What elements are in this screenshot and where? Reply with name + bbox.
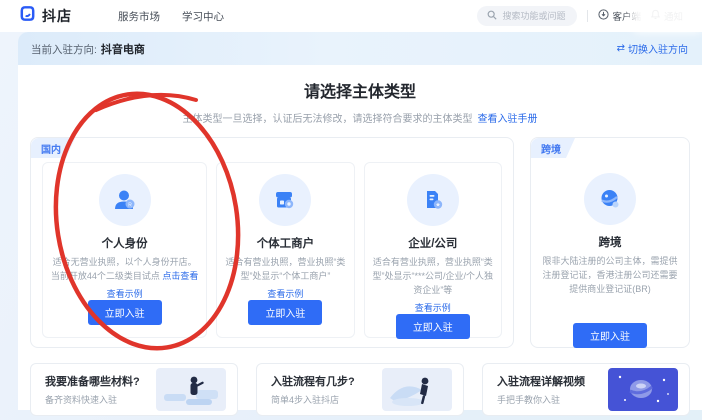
- svg-text:R: R: [128, 203, 132, 209]
- page-subtitle: 主体类型一旦选择，认证后无法修改，请选择符合要求的主体类型查看入驻手册: [18, 110, 702, 125]
- top-header: 抖店 服务市场 学习中心 客户端 通知: [0, 0, 702, 32]
- entity-desc: 适合有营业执照，营业执照“类型”处显示“个体工商户”: [224, 256, 346, 284]
- join-now-button-personal[interactable]: 立即入驻: [88, 300, 162, 325]
- direction-label: 当前入驻方向:: [31, 44, 97, 56]
- direction-value: 抖音电商: [101, 44, 145, 56]
- join-now-button-company[interactable]: 立即入驻: [396, 314, 470, 339]
- help-card-steps[interactable]: 入驻流程有几步? 简单4步入驻抖店: [256, 363, 464, 416]
- join-now-button-individual[interactable]: 立即入驻: [248, 300, 322, 325]
- person-icon: R: [99, 174, 151, 226]
- main-nav: 服务市场 学习中心: [118, 9, 224, 24]
- search-input[interactable]: [502, 11, 578, 21]
- switch-label: 切换入驻方向: [628, 41, 688, 56]
- help-cards-row: 我要准备哪些材料? 备齐资料快速入驻 入驻流程有几步? 简单4步入驻抖店 入驻流…: [18, 363, 702, 416]
- douyin-shop-logo-icon: [18, 4, 37, 28]
- entity-card-company[interactable]: 企业/公司 适合有营业执照，营业执照“类型”处显示“***公司/企业/个人独资企…: [364, 162, 502, 338]
- store-icon: [259, 174, 311, 226]
- page-title: 请选择主体类型: [18, 78, 702, 102]
- entity-desc: 适合无营业执照，以个人身份开店。当前开放44个二级类目试点 点击查看: [50, 256, 199, 284]
- company-doc-icon: [407, 174, 459, 226]
- search-box[interactable]: [477, 6, 577, 26]
- entity-card-individual-business[interactable]: 个体工商户 适合有营业执照，营业执照“类型”处显示“个体工商户” 查看示例 立即…: [216, 162, 354, 338]
- join-now-button-crossborder[interactable]: 立即入驻: [573, 323, 647, 348]
- help-title: 我要准备哪些材料?: [45, 373, 140, 389]
- entry-manual-link[interactable]: 查看入驻手册: [478, 114, 538, 125]
- help-subtitle: 备齐资料快速入驻: [45, 393, 140, 406]
- logo-text: 抖店: [42, 6, 72, 26]
- subtitle-text: 主体类型一旦选择，认证后无法修改，请选择符合要求的主体类型: [183, 114, 473, 125]
- nav-service-market[interactable]: 服务市场: [118, 9, 160, 24]
- view-example-link[interactable]: 查看示例: [107, 287, 143, 300]
- entity-groups: 国内 R 个人身份 适合无营业执照，以个人身份开店。当前开放44个二级类目试点 …: [18, 137, 702, 348]
- entity-title: 个人身份: [102, 235, 148, 251]
- direction-banner: 当前入驻方向: 抖音电商 ⇄ 切换入驻方向: [18, 32, 702, 65]
- header-divider: [587, 10, 588, 22]
- crossborder-group[interactable]: 跨境 跨境 限非大陆注册的公司主体，需提供注册登记证，香港注册公司还需要提供商业…: [530, 137, 690, 348]
- help-title: 入驻流程有几步?: [271, 373, 355, 389]
- video-thumbnail-icon: [608, 368, 678, 411]
- entity-title: 个体工商户: [257, 235, 315, 251]
- content-panel: 当前入驻方向: 抖音电商 ⇄ 切换入驻方向 请选择主体类型 主体类型一旦选择，认证…: [18, 32, 702, 410]
- entity-title: 跨境: [599, 234, 622, 250]
- current-direction: 当前入驻方向: 抖音电商: [31, 41, 145, 57]
- entity-title: 企业/公司: [408, 235, 457, 251]
- globe-icon: [584, 173, 636, 225]
- view-example-link[interactable]: 查看示例: [415, 301, 451, 314]
- view-example-link[interactable]: 查看示例: [267, 287, 303, 300]
- help-card-video[interactable]: 入驻流程详解视频 手把手教你入驻: [482, 363, 690, 416]
- switch-direction-link[interactable]: ⇄ 切换入驻方向: [617, 41, 688, 56]
- search-icon: [487, 7, 497, 25]
- download-icon: [598, 9, 609, 23]
- click-view-link[interactable]: 点击查看: [162, 271, 198, 281]
- nav-learning-center[interactable]: 学习中心: [182, 9, 224, 24]
- redacted-account-area[interactable]: [636, 3, 700, 27]
- steps-illustration-icon: [382, 368, 452, 411]
- entity-card-personal[interactable]: R 个人身份 适合无营业执照，以个人身份开店。当前开放44个二级类目试点 点击查…: [42, 162, 207, 338]
- entity-desc: 限非大陆注册的公司主体，需提供注册登记证，香港注册公司还需要提供商业登记证(BR…: [541, 255, 679, 297]
- app-logo[interactable]: 抖店: [18, 4, 72, 28]
- domestic-group: 国内 R 个人身份 适合无营业执照，以个人身份开店。当前开放44个二级类目试点 …: [30, 137, 514, 348]
- help-subtitle: 手把手教你入驻: [497, 393, 585, 406]
- switch-icon: ⇄: [617, 43, 625, 54]
- entity-desc: 适合有营业执照，营业执照“类型”处显示“***公司/企业/个人独资企业”等: [372, 256, 494, 298]
- help-title: 入驻流程详解视频: [497, 373, 585, 389]
- materials-illustration-icon: [156, 368, 226, 411]
- client-download[interactable]: 客户端: [598, 9, 641, 23]
- help-subtitle: 简单4步入驻抖店: [271, 393, 355, 406]
- help-card-materials[interactable]: 我要准备哪些材料? 备齐资料快速入驻: [30, 363, 238, 416]
